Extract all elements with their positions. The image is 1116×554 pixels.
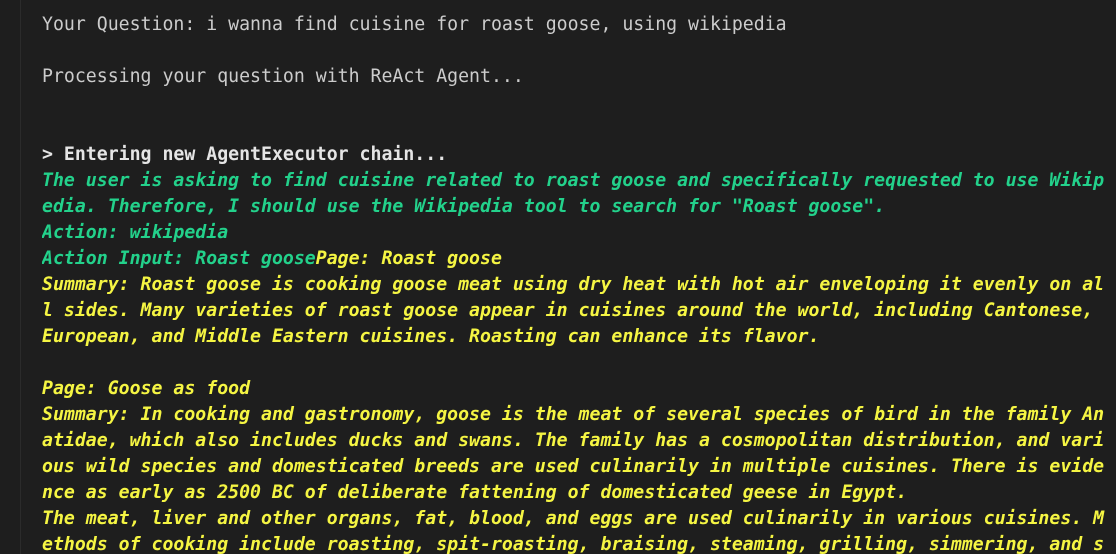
terminal-text: nce as early as 2500 BC of deliberate fa… — [42, 482, 908, 503]
terminal-text: Summary: In cooking and gastronomy, goos… — [42, 404, 1105, 425]
terminal-text: atidae, which also includes ducks and sw… — [42, 430, 1105, 451]
observation-line: Page: Goose as food — [42, 376, 1116, 402]
agent-thought-line: edia. Therefore, I should use the Wikipe… — [42, 194, 1116, 220]
observation-line: Summary: In cooking and gastronomy, goos… — [42, 402, 1116, 428]
terminal-text: European, and Middle Eastern cuisines. R… — [42, 326, 820, 347]
agent-action-line: Action: wikipedia — [42, 220, 1116, 246]
agent-action-input-line: Action Input: Roast goosePage: Roast goo… — [42, 246, 1116, 272]
observation-line: ethods of cooking include roasting, spit… — [42, 532, 1116, 554]
observation-line: nce as early as 2500 BC of deliberate fa… — [42, 480, 1116, 506]
observation-line: The meat, liver and other organs, fat, b… — [42, 506, 1116, 532]
terminal-text: l sides. Many varieties of roast goose a… — [42, 300, 1105, 321]
terminal-text: Action: wikipedia — [42, 222, 229, 243]
agent-thought-line: The user is asking to find cuisine relat… — [42, 168, 1116, 194]
terminal-gutter — [0, 0, 21, 554]
observation-line: atidae, which also includes ducks and sw… — [42, 428, 1116, 454]
terminal-line: Processing your question with ReAct Agen… — [42, 64, 1116, 90]
observation-line: Summary: Roast goose is cooking goose me… — [42, 272, 1116, 298]
terminal-text: Page: Roast goose — [315, 248, 502, 269]
terminal-text: ethods of cooking include roasting, spit… — [42, 534, 1105, 554]
observation-line: European, and Middle Eastern cuisines. R… — [42, 324, 1116, 350]
terminal-text: ous wild species and domesticated breeds… — [42, 456, 1105, 477]
terminal-text: The meat, liver and other organs, fat, b… — [42, 508, 1105, 529]
observation-line: l sides. Many varieties of roast goose a… — [42, 298, 1116, 324]
terminal-text: > Entering new AgentExecutor chain... — [42, 144, 448, 165]
terminal-output[interactable]: Your Question: i wanna find cuisine for … — [42, 12, 1116, 554]
terminal-text: edia. Therefore, I should use the Wikipe… — [42, 196, 886, 217]
chain-start-line: > Entering new AgentExecutor chain... — [42, 142, 1116, 168]
terminal-line: Your Question: i wanna find cuisine for … — [42, 12, 1116, 38]
terminal-text: Processing your question with ReAct Agen… — [42, 66, 524, 87]
terminal-text: Summary: Roast goose is cooking goose me… — [42, 274, 1105, 295]
terminal-text: Your Question: i wanna find cuisine for … — [42, 14, 787, 35]
terminal-text: Page: Goose as food — [42, 378, 251, 399]
terminal-text: Action Input: Roast goose — [42, 248, 316, 269]
observation-line: ous wild species and domesticated breeds… — [42, 454, 1116, 480]
terminal-text: The user is asking to find cuisine relat… — [42, 170, 1105, 191]
